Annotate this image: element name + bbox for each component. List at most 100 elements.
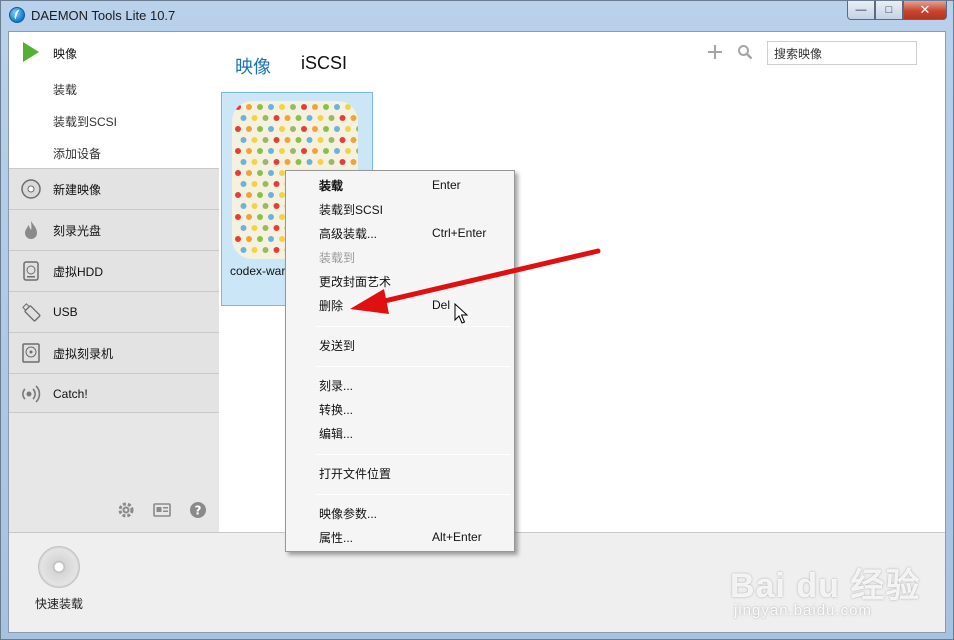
menu-separator (316, 366, 510, 367)
cover-dot (312, 126, 318, 132)
cover-dot (257, 192, 263, 198)
cover-dot (240, 203, 247, 209)
sidebar-item-catch[interactable]: Catch! (9, 373, 219, 414)
cover-dot (246, 236, 252, 242)
menu-item-shortcut: Ctrl+Enter (432, 226, 487, 240)
menu-item-open-file-location[interactable]: 打开文件位置 (286, 462, 514, 484)
disc-icon (20, 178, 42, 200)
menu-item-convert[interactable]: 转换... (286, 398, 514, 420)
menu-item-label: 发送到 (319, 338, 356, 353)
sidebar-images-label[interactable]: 映像 (53, 45, 77, 62)
menu-item-change-cover[interactable]: 更改封面艺术 (286, 270, 514, 292)
cover-dot (339, 115, 346, 121)
sidebar-item-new-image[interactable]: 新建映像 (9, 168, 219, 209)
cover-dot (312, 104, 318, 110)
license-icon[interactable] (153, 501, 171, 519)
sidebar-sub-mount-scsi[interactable]: 装载到SCSI (53, 113, 117, 130)
menu-item-shortcut: Enter (432, 178, 461, 192)
menu-item-label: 打开文件位置 (319, 466, 392, 481)
cover-dot (235, 236, 241, 242)
sidebar-sub-add-device[interactable]: 添加设备 (53, 145, 101, 162)
cover-dot (323, 104, 329, 110)
search-input[interactable] (767, 41, 917, 65)
menu-item-image-params[interactable]: 映像参数... (286, 502, 514, 524)
sidebar-sub-mount[interactable]: 装载 (53, 81, 77, 98)
quick-mount-label[interactable]: 快速装载 (35, 595, 83, 612)
sidebar-item-label: 虚拟HDD (53, 264, 103, 279)
cover-dot (235, 126, 241, 132)
cover-dot (295, 137, 302, 143)
cover-dot (301, 126, 307, 132)
sidebar-footer-icons: ? (117, 501, 207, 519)
menu-separator (316, 494, 510, 495)
menu-item-label: 属性... (319, 530, 354, 545)
sidebar-footer: ? (9, 412, 219, 532)
sidebar-item-label: USB (53, 305, 78, 319)
cover-dot (262, 225, 269, 231)
sidebar-item-label: 刻录光盘 (53, 223, 102, 238)
menu-separator (316, 326, 510, 327)
svg-text:?: ? (195, 504, 202, 518)
cover-dot (257, 236, 263, 242)
tab-iscsi[interactable]: iSCSI (301, 53, 347, 74)
add-image-icon[interactable] (707, 44, 723, 60)
menu-item-burn[interactable]: 刻录... (286, 374, 514, 396)
menu-item-edit[interactable]: 编辑... (286, 422, 514, 444)
cover-dot (306, 159, 313, 165)
cover-dot (268, 104, 274, 110)
cover-dot (350, 115, 357, 121)
menu-item-delete[interactable]: 删除 Del (286, 294, 514, 316)
cover-dot (290, 148, 296, 154)
cover-dot (235, 104, 241, 110)
maximize-button[interactable]: □ (875, 1, 903, 20)
help-icon[interactable]: ? (189, 501, 207, 519)
window-title: DAEMON Tools Lite 10.7 (31, 8, 176, 23)
cover-dot (240, 225, 247, 231)
cover-dot (240, 115, 247, 121)
cover-dot (306, 137, 313, 143)
sidebar-item-burn-disc[interactable]: 刻录光盘 (9, 209, 219, 250)
cover-dot (257, 170, 263, 176)
hdd-icon (20, 260, 42, 282)
sidebar-item-virtual-burner[interactable]: 虚拟刻录机 (9, 332, 219, 373)
cover-dot (251, 159, 258, 165)
cover-dot (246, 104, 252, 110)
quick-mount-disc-icon[interactable] (38, 546, 80, 588)
cover-dot (328, 159, 335, 165)
menu-item-mount[interactable]: 装载 Enter (286, 174, 514, 196)
gear-icon[interactable] (117, 501, 135, 519)
cover-dot (317, 137, 324, 143)
search-icon[interactable] (737, 44, 753, 60)
cover-dot (268, 148, 274, 154)
cover-dot (273, 203, 280, 209)
cover-dot (290, 104, 296, 110)
menu-item-label: 映像参数... (319, 506, 378, 521)
title-bar[interactable]: DAEMON Tools Lite 10.7 — □ ✕ (1, 1, 953, 29)
minimize-button[interactable]: — (847, 1, 875, 20)
menu-item-shortcut: Del (432, 298, 451, 312)
menu-item-properties[interactable]: 属性... Alt+Enter (286, 526, 514, 548)
close-button[interactable]: ✕ (903, 1, 947, 20)
menu-item-send-to[interactable]: 发送到 (286, 334, 514, 356)
image-tile-label: codex-war (230, 264, 286, 278)
menu-item-mount-scsi[interactable]: 装载到SCSI (286, 198, 514, 220)
menu-item-label: 转换... (319, 402, 354, 417)
sidebar-item-virtual-hdd[interactable]: 虚拟HDD (9, 250, 219, 291)
cover-dot (334, 104, 340, 110)
play-icon[interactable] (23, 42, 39, 62)
cover-dot (339, 159, 346, 165)
watermark-brand: Bai du 经验 (730, 567, 921, 605)
cover-dot (284, 115, 291, 121)
sidebar-item-label: Catch! (53, 387, 88, 401)
tab-images[interactable]: 映像 (235, 53, 271, 79)
menu-item-advanced-mount[interactable]: 高级装载... Ctrl+Enter (286, 222, 514, 244)
cover-dot (268, 214, 274, 220)
cover-dot (273, 247, 280, 253)
cover-dot (257, 104, 263, 110)
cover-dot (246, 214, 252, 220)
sidebar-item-usb[interactable]: USB (9, 291, 219, 332)
cover-dot (279, 104, 285, 110)
catch-icon (20, 383, 42, 405)
cover-dot (268, 126, 274, 132)
baidu-jingyan-watermark: Bai du 经验 jingyan.baidu.com (730, 536, 930, 626)
